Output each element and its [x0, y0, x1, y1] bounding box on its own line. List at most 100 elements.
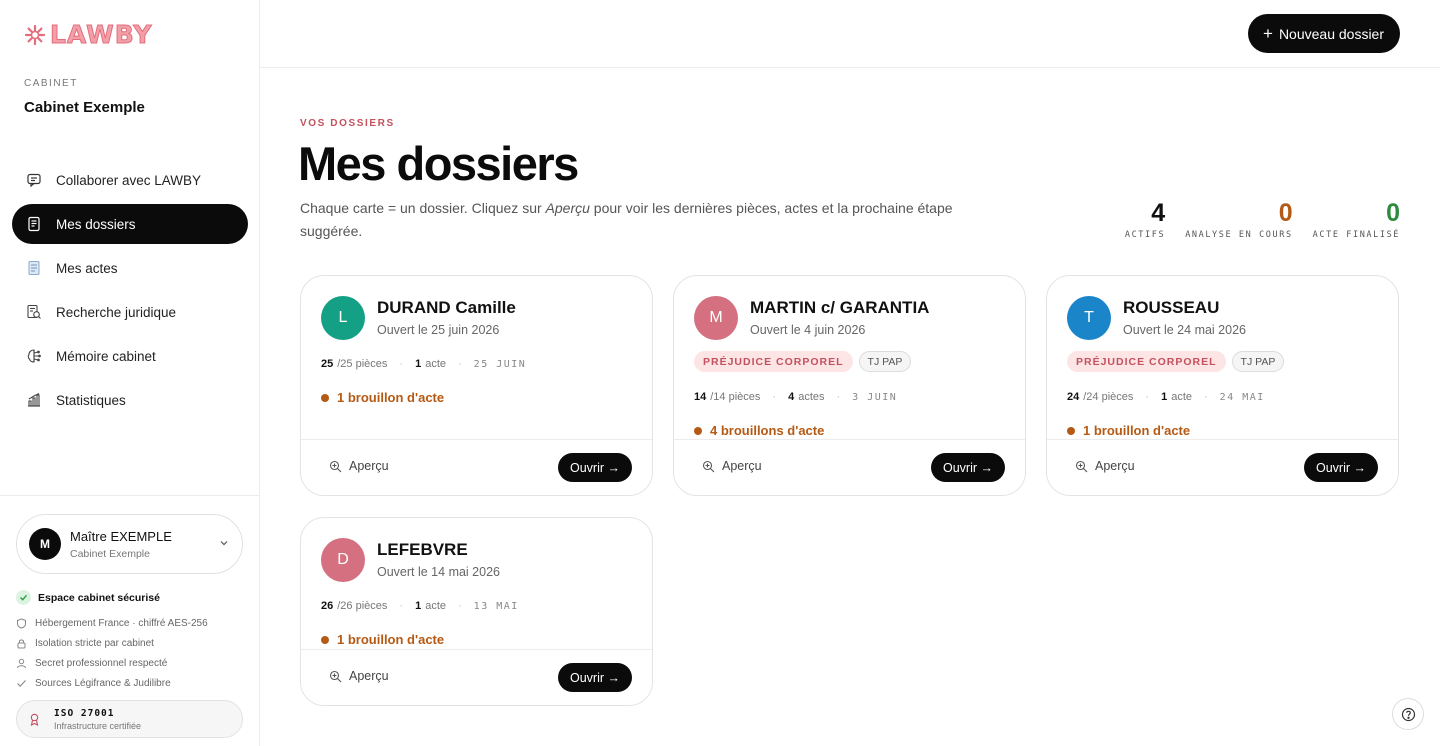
dossier-name: DURAND Camille: [377, 298, 516, 317]
check-icon: [17, 679, 26, 687]
dossier-meta: 26/26 pièces · 1 acte · 13 MAI: [321, 600, 519, 612]
status-dot-icon: [1067, 426, 1075, 435]
dossier-date: 25 JUIN: [473, 358, 527, 370]
security-item-label: Isolation stricte par cabinet: [35, 637, 154, 649]
security-item: Sources Légifrance & Judilibre: [16, 673, 246, 693]
topbar: + Nouveau dossier: [260, 0, 1440, 68]
separator: ·: [772, 391, 777, 403]
sidebar: LAWBY CABINET Cabinet Exemple Collaborer…: [0, 0, 260, 746]
draft-label: 1 brouillon d'acte: [337, 390, 445, 405]
help-button[interactable]: [1392, 698, 1424, 730]
draft-label: 1 brouillon d'acte: [337, 632, 445, 647]
bar-chart-icon: [28, 393, 40, 407]
zoom-in-icon: [329, 460, 342, 472]
new-dossier-button[interactable]: + Nouveau dossier: [1248, 14, 1400, 53]
user-cabinet: Cabinet Exemple: [70, 547, 150, 560]
card-footer: Aperçu Ouvrir →: [301, 439, 652, 495]
dossier-card[interactable]: L DURAND Camille Ouvert le 25 juin 2026 …: [300, 275, 653, 496]
dossier-opened-date: Ouvert le 4 juin 2026: [750, 323, 866, 337]
preview-button[interactable]: Aperçu: [329, 669, 389, 683]
nav-label: Recherche juridique: [56, 304, 177, 320]
separator: ·: [1145, 391, 1150, 403]
nav-item-mes-dossiers[interactable]: Mes dossiers: [12, 204, 248, 244]
lawby-logo[interactable]: LAWBY: [24, 21, 153, 48]
nav-item-recherche-juridique[interactable]: Recherche juridique: [12, 292, 248, 332]
iso-text: ISO 27001 Infrastructure certifiée: [54, 708, 141, 731]
stat-value: 0: [1278, 199, 1293, 227]
status-dot-icon: [321, 635, 329, 644]
open-dossier-button[interactable]: Ouvrir →: [931, 453, 1005, 482]
card-footer: Aperçu Ouvrir →: [674, 439, 1025, 495]
separator: ·: [399, 358, 404, 370]
avatar: D: [321, 538, 365, 582]
page-description: Chaque carte = un dossier. Cliquez sur A…: [300, 197, 990, 243]
nav-item-mes-actes[interactable]: Mes actes: [12, 248, 248, 288]
brain-icon: [27, 349, 41, 363]
lock-icon: [17, 639, 26, 648]
actes-label: actes: [798, 391, 825, 403]
zoom-in-icon: [329, 670, 342, 682]
search-document-icon: [27, 304, 41, 319]
security-list: Espace cabinet sécurisé Hébergement Fran…: [16, 590, 246, 693]
tag-badge: TJ PAP: [858, 351, 912, 372]
status-dot-icon: [694, 426, 702, 435]
award-icon: [30, 713, 39, 726]
check-circle-icon: [16, 590, 31, 605]
dossier-name: LEFEBVRE: [377, 540, 468, 559]
stat-label: ACTIFS: [1124, 230, 1166, 240]
nav-item-statistiques[interactable]: Statistiques: [12, 380, 248, 420]
stat-value: 4: [1151, 199, 1166, 227]
iso-badge: ISO 27001 Infrastructure certifiée: [16, 700, 243, 738]
avatar: M: [694, 296, 738, 340]
separator: ·: [399, 600, 404, 612]
nav-item-collaborer[interactable]: Collaborer avec LAWBY: [12, 160, 248, 200]
dossier-date: 13 MAI: [473, 600, 519, 612]
nav-label: Mes dossiers: [56, 216, 136, 232]
zoom-in-icon: [702, 460, 715, 472]
nav-label: Collaborer avec LAWBY: [56, 172, 202, 188]
security-item-label: Secret professionnel respecté: [35, 657, 168, 669]
chevron-down-icon: [220, 541, 228, 546]
pieces-count: 25: [321, 358, 334, 370]
page-eyebrow: VOS DOSSIERS: [300, 118, 395, 129]
plus-icon: +: [1263, 23, 1273, 43]
security-item: Isolation stricte par cabinet: [16, 633, 246, 653]
zoom-in-icon: [1075, 460, 1088, 472]
separator: ·: [836, 391, 841, 403]
tag-badge: TJ PAP: [1231, 351, 1285, 372]
security-item: Hébergement France · chiffré AES-256: [16, 613, 246, 633]
actes-label: acte: [425, 600, 446, 612]
dossier-card[interactable]: D LEFEBVRE Ouvert le 14 mai 2026 26/26 p…: [300, 517, 653, 706]
preview-button[interactable]: Aperçu: [329, 459, 389, 473]
open-dossier-button[interactable]: Ouvrir →: [1304, 453, 1378, 482]
pieces-total: /14 pièces: [710, 391, 761, 403]
user-menu[interactable]: M Maître EXEMPLE Cabinet Exemple: [16, 514, 243, 574]
actes-count: 1: [415, 600, 422, 612]
tag-list: PRÉJUDICE CORPOREL TJ PAP: [694, 351, 912, 372]
open-dossier-button[interactable]: Ouvrir →: [558, 663, 632, 692]
open-dossier-button[interactable]: Ouvrir →: [558, 453, 632, 482]
dossier-name: ROUSSEAU: [1123, 298, 1220, 317]
preview-label: Aperçu: [722, 459, 762, 473]
draft-label: 4 brouillons d'acte: [710, 423, 825, 438]
security-title: Espace cabinet sécurisé: [16, 590, 246, 605]
desc-emphasis: Aperçu: [545, 200, 590, 216]
preview-button[interactable]: Aperçu: [702, 459, 762, 473]
logo-burst-icon: [24, 24, 46, 46]
iso-subtitle: Infrastructure certifiée: [54, 720, 142, 731]
nav-label: Statistiques: [56, 392, 126, 408]
stat-label: ACTE FINALISÉ: [1312, 230, 1400, 240]
stat-acte-finalise: 0 ACTE FINALISÉ: [1313, 200, 1400, 240]
dossier-card[interactable]: M MARTIN c/ GARANTIA Ouvert le 4 juin 20…: [673, 275, 1026, 496]
actes-label: acte: [1171, 391, 1192, 403]
nav-item-memoire-cabinet[interactable]: Mémoire cabinet: [12, 336, 248, 376]
dossier-card[interactable]: T ROUSSEAU Ouvert le 24 mai 2026 PRÉJUDI…: [1046, 275, 1399, 496]
new-dossier-label: Nouveau dossier: [1278, 25, 1384, 42]
dossier-name: MARTIN c/ GARANTIA: [750, 298, 930, 317]
actes-count: 1: [1161, 391, 1168, 403]
preview-label: Aperçu: [1095, 459, 1135, 473]
preview-button[interactable]: Aperçu: [1075, 459, 1135, 473]
dossier-opened-date: Ouvert le 25 juin 2026: [377, 323, 500, 337]
draft-status: 1 brouillon d'acte: [321, 632, 444, 647]
sidebar-footer: M Maître EXEMPLE Cabinet Exemple Espace …: [0, 495, 259, 746]
